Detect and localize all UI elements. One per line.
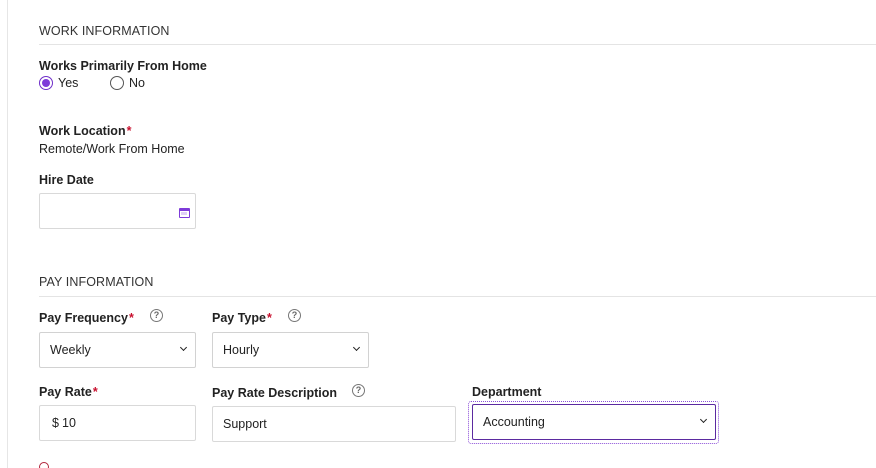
pay-rate-label: Pay Rate* [39,385,98,399]
pay-frequency-select[interactable]: Weekly [39,332,196,368]
pay-type-select[interactable]: Hourly [212,332,369,368]
works-from-home-label: Works Primarily From Home [39,59,207,73]
pay-rate-description-value: Support [223,417,267,431]
radio-no[interactable]: No [110,76,145,90]
work-information-heading: WORK INFORMATION [39,24,170,38]
chevron-down-icon [352,343,361,352]
department-select[interactable]: Accounting [472,404,716,440]
radio-no-label: No [129,76,145,90]
pay-rate-description-input[interactable]: Support [212,406,456,442]
pay-information-heading: PAY INFORMATION [39,275,154,289]
required-mark: * [128,311,134,325]
section-divider [39,44,876,45]
radio-yes-circle[interactable] [39,76,53,90]
required-mark: * [92,385,98,399]
pay-type-label-text: Pay Type [212,311,266,325]
pay-frequency-label-text: Pay Frequency [39,311,128,325]
pay-frequency-value: Weekly [50,343,91,357]
hire-date-label: Hire Date [39,173,94,187]
pay-rate-input[interactable]: $ 10 [39,405,196,441]
radio-no-circle[interactable] [110,76,124,90]
pay-type-value: Hourly [223,343,260,357]
pay-rate-value: 10 [62,416,76,430]
department-value: Accounting [483,415,545,429]
chevron-down-icon [699,415,708,424]
pay-rate-label-text: Pay Rate [39,385,92,399]
radio-yes-label: Yes [58,76,79,90]
help-icon[interactable]: ? [352,384,365,397]
work-location-value: Remote/Work From Home [39,142,185,156]
pay-rate-description-label: Pay Rate Description [212,386,338,400]
hire-date-input[interactable] [39,193,196,229]
required-mark: * [266,311,272,325]
help-icon[interactable]: ? [150,309,163,322]
required-mark: * [126,124,132,138]
chevron-down-icon [179,343,188,352]
work-location-label-text: Work Location [39,124,126,138]
radio-yes[interactable]: Yes [39,76,78,90]
calendar-icon[interactable] [179,208,190,218]
work-location-label: Work Location* [39,124,131,138]
pay-frequency-label: Pay Frequency* [39,311,134,325]
help-icon[interactable]: ? [288,309,301,322]
cutoff-radio-icon [39,462,49,468]
left-border [7,0,8,468]
section-divider [39,296,876,297]
pay-type-label: Pay Type* [212,311,272,325]
department-label: Department [472,385,542,399]
currency-symbol: $ [52,416,59,430]
